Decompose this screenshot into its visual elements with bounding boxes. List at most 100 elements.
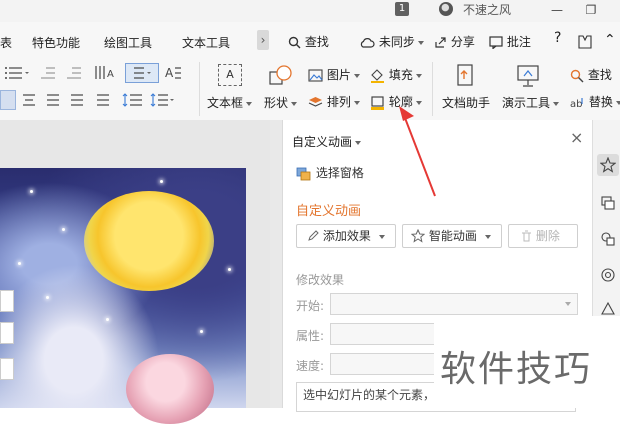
splitter[interactable] bbox=[270, 120, 282, 408]
minimize-button[interactable]: — bbox=[544, 0, 570, 20]
tab-text-tools[interactable]: 文本工具 bbox=[182, 34, 230, 51]
avatar[interactable] bbox=[439, 2, 453, 16]
triangle-icon bbox=[601, 301, 615, 315]
find-label: 查找 bbox=[587, 68, 612, 82]
comment-button[interactable]: 批注 bbox=[489, 33, 531, 50]
picture-button[interactable]: 图片 bbox=[308, 66, 360, 83]
add-effect-button[interactable]: 添加效果 bbox=[296, 224, 396, 248]
paragraph-spacing-icon[interactable] bbox=[150, 92, 176, 108]
skin-icon bbox=[578, 34, 592, 49]
smart-animation-button[interactable]: 智能动画 bbox=[402, 224, 502, 248]
star bbox=[62, 228, 65, 231]
arrange-button[interactable]: 排列 bbox=[308, 93, 360, 110]
comment-icon bbox=[489, 36, 503, 49]
text-spacing-icon[interactable]: A bbox=[164, 65, 190, 81]
shapes-icon bbox=[601, 232, 615, 246]
star bbox=[200, 330, 203, 333]
delete-button[interactable]: 删除 bbox=[508, 224, 578, 248]
document-assistant-button[interactable]: 文档助手 bbox=[442, 94, 490, 111]
bullet-list-icon[interactable] bbox=[4, 66, 30, 80]
shape-button[interactable]: 形状 bbox=[264, 94, 298, 111]
star bbox=[228, 268, 231, 271]
share-button[interactable]: 分享 bbox=[434, 33, 475, 50]
badge-icon bbox=[601, 268, 615, 282]
outline-icon bbox=[371, 95, 384, 110]
modify-effect-heading: 修改效果 bbox=[296, 273, 345, 287]
text-direction-icon[interactable]: A bbox=[94, 65, 120, 81]
share-label: 分享 bbox=[450, 35, 475, 49]
comment-label: 批注 bbox=[506, 35, 531, 49]
align-left-button[interactable] bbox=[0, 90, 16, 110]
align-right-icon[interactable] bbox=[46, 93, 60, 107]
star bbox=[46, 296, 49, 299]
slide-side-tool[interactable] bbox=[0, 290, 14, 312]
document-count-badge[interactable]: 1 bbox=[395, 2, 409, 16]
svg-text:ab: ab bbox=[570, 99, 582, 110]
align-text-button[interactable] bbox=[125, 63, 159, 83]
justify-icon[interactable] bbox=[70, 93, 84, 107]
close-panel-button[interactable]: × bbox=[570, 128, 583, 147]
star bbox=[106, 318, 109, 321]
fill-button[interactable]: 填充 bbox=[370, 66, 422, 83]
custom-animation-rail-button[interactable] bbox=[597, 154, 619, 176]
annotation-arrow bbox=[399, 106, 436, 197]
magnifier-icon bbox=[570, 69, 584, 82]
picture-label: 图片 bbox=[326, 68, 351, 82]
decrease-indent-icon[interactable] bbox=[40, 66, 56, 80]
star bbox=[30, 190, 33, 193]
panel-title-label: 自定义动画 bbox=[292, 135, 353, 149]
search-button[interactable]: 查找 bbox=[288, 33, 329, 50]
presentation-tools-button[interactable]: 演示工具 bbox=[502, 94, 560, 111]
slide-side-tool[interactable] bbox=[0, 322, 14, 344]
find-button[interactable]: 查找 bbox=[570, 66, 612, 83]
collapse-ribbon-button[interactable]: ⌃ bbox=[604, 32, 616, 48]
slide-side-tool[interactable] bbox=[0, 358, 14, 380]
more-tabs-button[interactable]: › bbox=[257, 30, 269, 50]
section-title: 自定义动画 bbox=[296, 204, 362, 219]
picture-icon bbox=[308, 69, 323, 82]
planet-image[interactable] bbox=[126, 354, 214, 424]
line-spacing-icon[interactable] bbox=[122, 92, 144, 108]
svg-text:A: A bbox=[107, 69, 114, 80]
cloud-icon bbox=[360, 37, 375, 48]
distributed-icon[interactable] bbox=[96, 93, 110, 107]
slide-switch-rail-button[interactable] bbox=[597, 192, 619, 214]
shape-label: 形状 bbox=[264, 96, 289, 110]
menu-bar: 表 特色功能 绘图工具 文本工具 › 查找 未同步 分享 批注 ? ⌃ bbox=[0, 22, 620, 59]
watermark-text: 软件技巧 bbox=[440, 349, 593, 390]
sync-button[interactable]: 未同步 bbox=[359, 33, 424, 50]
replace-button[interactable]: ab 替换 bbox=[570, 93, 620, 110]
style-rail-button[interactable] bbox=[597, 264, 619, 286]
tab-drawing-tools[interactable]: 绘图工具 bbox=[104, 34, 152, 51]
textbox-label: 文本框 bbox=[207, 96, 244, 110]
search-icon bbox=[288, 36, 301, 49]
align-text-icon bbox=[134, 67, 151, 79]
star bbox=[160, 180, 163, 183]
tab-table[interactable]: 表 bbox=[0, 34, 12, 51]
smart-animation-label: 智能动画 bbox=[428, 229, 477, 243]
align-center-icon[interactable] bbox=[22, 93, 36, 107]
selection-pane-button[interactable]: 选择窗格 bbox=[296, 164, 364, 181]
username[interactable]: 不速之风 bbox=[463, 1, 511, 18]
search-label: 查找 bbox=[304, 35, 329, 49]
settings-button[interactable] bbox=[578, 34, 592, 49]
shapes-rail-button[interactable] bbox=[597, 228, 619, 250]
help-button[interactable]: ? bbox=[554, 30, 561, 46]
start-select[interactable] bbox=[330, 293, 578, 315]
title-bar: 1 不速之风 — ❐ bbox=[0, 0, 620, 23]
document-assistant-icon bbox=[457, 64, 473, 86]
pencil-icon bbox=[308, 229, 319, 241]
ribbon: A A A 文本框 形状 图片 排列 填充 轮廓 文档助手 演示工具 查找 ab… bbox=[0, 58, 620, 121]
delete-label: 删除 bbox=[535, 229, 560, 243]
moon-image[interactable] bbox=[84, 191, 214, 291]
presentation-tools-label: 演示工具 bbox=[502, 96, 551, 110]
restore-button[interactable]: ❐ bbox=[578, 0, 604, 20]
increase-indent-icon[interactable] bbox=[66, 66, 82, 80]
shape-icon bbox=[269, 65, 292, 85]
panel-title[interactable]: 自定义动画 bbox=[292, 133, 362, 150]
layers-icon bbox=[308, 97, 323, 107]
sync-label: 未同步 bbox=[378, 35, 415, 49]
tab-special-features[interactable]: 特色功能 bbox=[32, 34, 80, 51]
textbox-button[interactable]: 文本框 bbox=[207, 94, 253, 111]
add-effect-label: 添加效果 bbox=[322, 229, 371, 243]
